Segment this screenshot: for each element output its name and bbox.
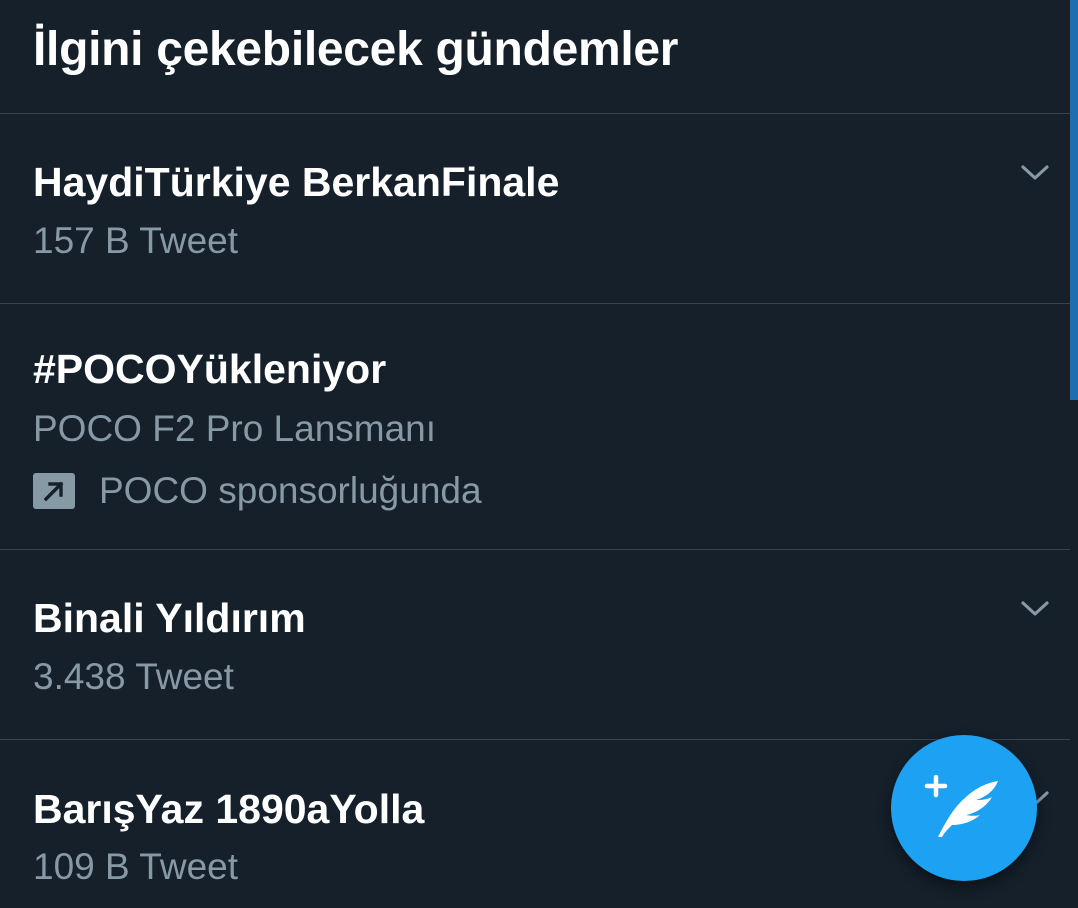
trend-description: POCO F2 Pro Lansmanı (33, 408, 437, 449)
trend-title: BarışYaz 1890aYolla (33, 786, 425, 832)
trend-title: Binali Yıldırım (33, 595, 306, 641)
trend-tweet-count: 157 B Tweet (33, 220, 239, 261)
chevron-down-icon[interactable] (1020, 594, 1050, 624)
trend-title: HaydiTürkiye BerkanFinale (33, 159, 560, 205)
trends-header: İlgini çekebilecek gündemler (0, 0, 1070, 114)
chevron-down-icon[interactable] (1020, 158, 1050, 188)
trend-title: #POCOYükleniyor (33, 346, 387, 392)
scrollbar[interactable] (1070, 0, 1078, 400)
trend-item[interactable]: Binali Yıldırım 3.438 Tweet (0, 550, 1070, 740)
promoted-arrow-icon (33, 473, 75, 509)
promoted-label: POCO sponsorluğunda (99, 470, 482, 511)
trend-item[interactable]: HaydiTürkiye BerkanFinale 157 B Tweet (0, 114, 1070, 304)
promoted-row: POCO sponsorluğunda (33, 470, 482, 512)
trend-item-promoted[interactable]: #POCOYükleniyor POCO F2 Pro Lansmanı POC… (0, 304, 1070, 550)
compose-tweet-button[interactable] (891, 735, 1037, 881)
page-title: İlgini çekebilecek gündemler (33, 23, 679, 76)
compose-tweet-icon (924, 775, 998, 837)
trend-tweet-count: 109 B Tweet (33, 846, 239, 887)
trend-tweet-count: 3.438 Tweet (33, 656, 234, 697)
